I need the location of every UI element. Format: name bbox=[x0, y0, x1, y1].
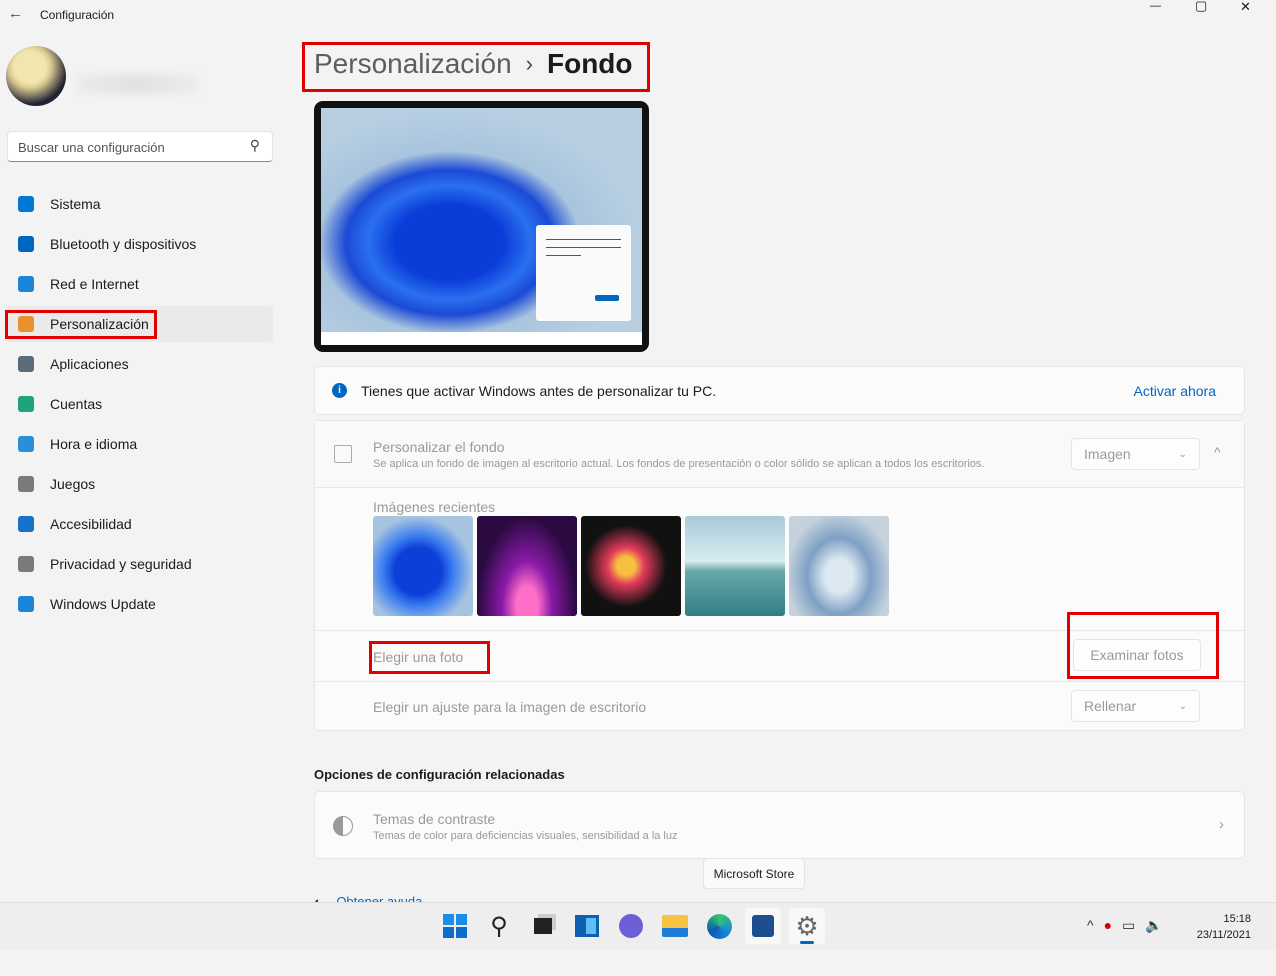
search-icon[interactable]: ⚲ bbox=[250, 137, 260, 154]
chevron-up-icon[interactable]: ^ bbox=[1087, 917, 1094, 934]
sidebar-item-label: Windows Update bbox=[50, 596, 156, 612]
update-icon bbox=[18, 596, 34, 612]
fit-label: Elegir un ajuste para la imagen de escri… bbox=[373, 699, 647, 715]
contrast-themes-item[interactable]: Temas de contraste Temas de color para d… bbox=[314, 791, 1245, 859]
sidebar-item-label: Cuentas bbox=[50, 396, 103, 412]
shield-icon bbox=[18, 556, 34, 572]
person-icon bbox=[18, 396, 34, 412]
clock-globe-icon bbox=[18, 436, 34, 452]
sidebar-item-label: Sistema bbox=[50, 196, 101, 212]
minimize-button[interactable]: — bbox=[1150, 0, 1161, 12]
sidebar-item-sistema[interactable]: Sistema bbox=[5, 186, 273, 222]
highlight-box bbox=[5, 310, 157, 339]
recent-image-3[interactable] bbox=[581, 516, 681, 616]
bluetooth-icon bbox=[18, 236, 34, 252]
file-explorer-icon[interactable] bbox=[661, 912, 689, 940]
sidebar-item-label: Accesibilidad bbox=[50, 516, 132, 532]
network-icon[interactable]: ▭ bbox=[1122, 917, 1135, 934]
sidebar-item-label: Red e Internet bbox=[50, 276, 139, 292]
related-heading: Opciones de configuración relacionadas bbox=[314, 767, 565, 782]
help-icon: ◐ bbox=[314, 894, 322, 902]
recent-images-label: Imágenes recientes bbox=[373, 499, 496, 515]
recent-image-2[interactable] bbox=[477, 516, 577, 616]
user-name-blurred bbox=[78, 74, 198, 94]
taskbar-tooltip: Microsoft Store bbox=[703, 858, 805, 889]
volume-icon[interactable]: 🔈 bbox=[1145, 917, 1162, 934]
edge-icon[interactable] bbox=[705, 912, 733, 940]
contrast-icon bbox=[333, 816, 353, 836]
highlight-box bbox=[369, 641, 490, 674]
dropdown-value: Rellenar bbox=[1084, 698, 1137, 714]
sidebar-item-label: Juegos bbox=[50, 476, 96, 492]
highlight-box bbox=[1067, 612, 1219, 679]
chevron-down-icon: ⌄ bbox=[1178, 700, 1187, 712]
onedrive-error-icon[interactable]: ● bbox=[1104, 917, 1112, 934]
desktop-preview bbox=[314, 101, 649, 352]
clock[interactable]: 15:18 23/11/2021 bbox=[1190, 911, 1251, 943]
time: 15:18 bbox=[1223, 913, 1251, 925]
dropdown-value: Imagen bbox=[1084, 446, 1131, 462]
wifi-icon bbox=[18, 276, 34, 292]
sidebar-item-cuentas[interactable]: Cuentas bbox=[5, 386, 273, 422]
sidebar-item-bluetooth-y-dispositivos[interactable]: Bluetooth y dispositivos bbox=[5, 226, 273, 262]
widgets-icon[interactable] bbox=[573, 912, 601, 940]
search-icon[interactable]: ⚲ bbox=[485, 912, 513, 940]
sidebar-item-juegos[interactable]: Juegos bbox=[5, 466, 273, 502]
sidebar-item-hora-e-idioma[interactable]: Hora e idioma bbox=[5, 426, 273, 462]
avatar[interactable] bbox=[6, 46, 66, 106]
sidebar-item-windows-update[interactable]: Windows Update bbox=[5, 586, 273, 622]
settings-icon[interactable]: ⚙ bbox=[789, 908, 825, 944]
image-icon bbox=[334, 445, 352, 463]
fit-dropdown[interactable]: Rellenar ⌄ bbox=[1071, 690, 1200, 722]
apps-icon bbox=[18, 356, 34, 372]
date: 23/11/2021 bbox=[1196, 929, 1251, 941]
gamepad-icon bbox=[18, 476, 34, 492]
store-icon[interactable] bbox=[745, 908, 781, 944]
sidebar-item-accesibilidad[interactable]: Accesibilidad bbox=[5, 506, 273, 542]
window-title: Configuración bbox=[40, 8, 115, 22]
sidebar-item-label: Privacidad y seguridad bbox=[50, 556, 192, 572]
maximize-button[interactable]: ▢ bbox=[1195, 0, 1207, 14]
start-icon[interactable] bbox=[441, 912, 469, 940]
recent-image-5[interactable] bbox=[789, 516, 889, 616]
sidebar-item-label: Hora e idioma bbox=[50, 436, 138, 452]
chevron-down-icon: ⌄ bbox=[1178, 448, 1187, 460]
sidebar-item-label: Bluetooth y dispositivos bbox=[50, 236, 197, 252]
info-icon: i bbox=[332, 383, 347, 398]
item-title: Temas de contraste bbox=[373, 811, 496, 827]
system-tray[interactable]: ^ ● ▭ 🔈 bbox=[1087, 917, 1163, 934]
collapse-button[interactable]: ^ bbox=[1214, 444, 1221, 460]
task-view-icon[interactable] bbox=[529, 912, 557, 940]
recent-image-4[interactable] bbox=[685, 516, 785, 616]
recent-image-1[interactable] bbox=[373, 516, 473, 616]
accessibility-icon bbox=[18, 516, 34, 532]
help-link[interactable]: ◐ Obtener ayuda bbox=[314, 894, 514, 902]
monitor-icon bbox=[18, 196, 34, 212]
chat-icon[interactable] bbox=[617, 912, 645, 940]
sidebar-item-privacidad-y-seguridad[interactable]: Privacidad y seguridad bbox=[5, 546, 273, 582]
sidebar-item-aplicaciones[interactable]: Aplicaciones bbox=[5, 346, 273, 382]
preview-window bbox=[536, 225, 631, 321]
background-title: Personalizar el fondo bbox=[373, 439, 505, 455]
activate-now-link[interactable]: Activar ahora bbox=[1134, 383, 1216, 399]
background-description: Se aplica un fondo de imagen al escritor… bbox=[373, 458, 985, 470]
close-button[interactable]: ✕ bbox=[1240, 0, 1251, 15]
back-button[interactable]: ← bbox=[8, 5, 23, 22]
sidebar-item-red-e-internet[interactable]: Red e Internet bbox=[5, 266, 273, 302]
sidebar-item-label: Aplicaciones bbox=[50, 356, 129, 372]
highlight-box bbox=[302, 42, 650, 92]
item-description: Temas de color para deficiencias visuale… bbox=[373, 830, 678, 842]
activation-message: Tienes que activar Windows antes de pers… bbox=[361, 382, 717, 399]
background-type-dropdown[interactable]: Imagen ⌄ bbox=[1071, 438, 1200, 470]
active-indicator bbox=[800, 941, 814, 944]
chevron-right-icon: › bbox=[1219, 816, 1224, 833]
search-box[interactable]: Buscar una configuración ⚲ bbox=[7, 131, 273, 162]
activation-banner: i Tienes que activar Windows antes de pe… bbox=[314, 366, 1245, 415]
search-input[interactable]: Buscar una configuración bbox=[18, 140, 165, 155]
help-label: Obtener ayuda bbox=[336, 894, 423, 902]
